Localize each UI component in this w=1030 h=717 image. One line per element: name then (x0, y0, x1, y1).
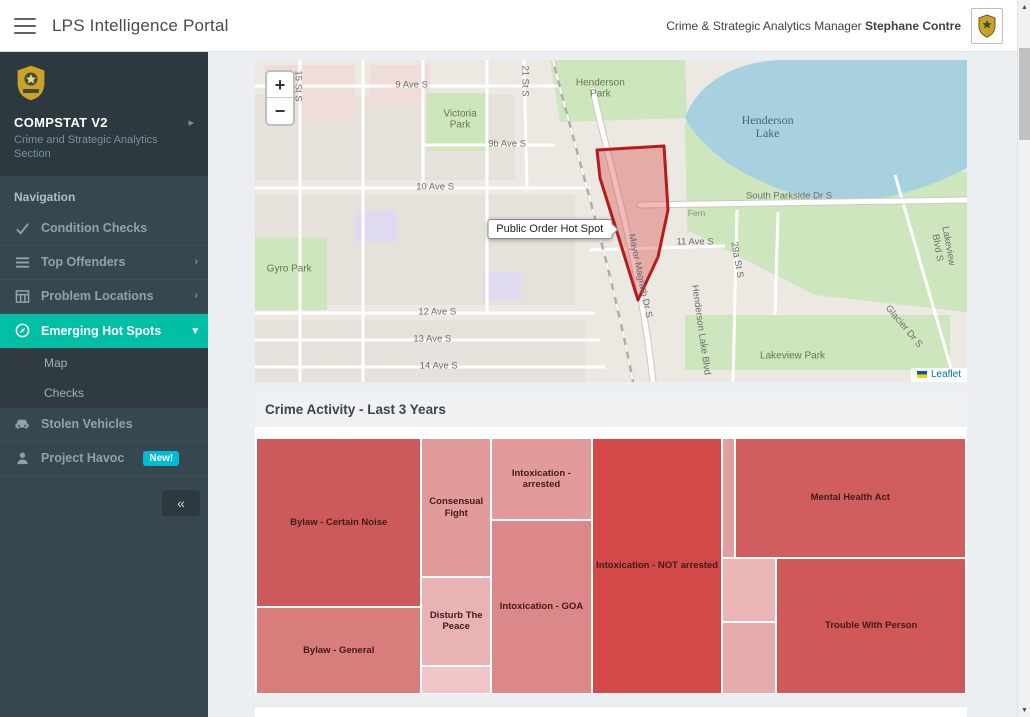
chevron-down-icon: ▾ (192, 324, 198, 337)
lps-crest-logo (14, 64, 194, 107)
treemap-box-label (747, 656, 751, 660)
app-brand[interactable]: COMPSTAT V2 ▸ Crime and Strategic Analyt… (0, 52, 208, 176)
nav-section-label: Navigation (0, 176, 208, 212)
leaflet-link[interactable]: Leaflet (931, 369, 961, 380)
sidebar-item-emerging-hot-spots[interactable]: Emerging Hot Spots ▾ (0, 314, 208, 348)
treemap-box[interactable] (722, 622, 776, 694)
sidebar: COMPSTAT V2 ▸ Crime and Strategic Analyt… (0, 52, 208, 717)
treemap-box-label: Intoxication - arrested (492, 466, 591, 493)
sidebar-item-label: Condition Checks (41, 221, 147, 235)
treemap-box-label (454, 678, 458, 682)
treemap-box[interactable]: Intoxication - GOA (491, 520, 592, 694)
user-name: Stephane Contre (865, 19, 961, 33)
compass-icon (14, 323, 30, 339)
sidebar-item-label: Top Offenders (41, 255, 126, 269)
user-role: Crime & Strategic Analytics Manager (666, 19, 861, 33)
treemap-box[interactable]: Bylaw - General (256, 607, 421, 694)
flag-icon (917, 371, 927, 378)
scroll-down-arrow[interactable]: ▼ (1018, 703, 1030, 717)
crest-badge-button[interactable] (971, 8, 1003, 44)
scrollbar-thumb[interactable] (1019, 48, 1030, 140)
sidebar-item-label: Map (44, 356, 67, 370)
treemap-box-label: Disturb The Peace (422, 608, 490, 635)
treemap-box[interactable]: Consensual Fight (421, 438, 491, 577)
new-badge: New! (143, 451, 179, 466)
treemap-box-label: Trouble With Person (823, 618, 919, 633)
chevron-right-icon: ▸ (188, 116, 194, 129)
treemap-box[interactable] (722, 558, 776, 622)
chevron-right-icon: › (194, 290, 198, 302)
main-content: Henderson ParkHenderson LakeVictoria Par… (208, 52, 1017, 717)
sidebar-item-label: Project Havoc (41, 451, 124, 465)
treemap-box-label: Consensual Fight (422, 494, 490, 521)
treemap: Bylaw - Certain Noise Bylaw - General Cons… (256, 438, 966, 694)
check-icon (14, 220, 30, 236)
hot-spots-submenu: Map Checks (0, 348, 208, 408)
treemap-box-label: Bylaw - Certain Noise (288, 515, 389, 530)
treemap-box[interactable] (722, 438, 734, 558)
sidebar-item-stolen-vehicles[interactable]: Stolen Vehicles (0, 408, 208, 442)
treemap-box-label: Bylaw - General (301, 643, 376, 658)
app-subtitle: Crime and Strategic Analytics Section (14, 133, 164, 162)
sidebar-collapse-button[interactable]: « (162, 490, 200, 516)
sidebar-item-problem-locations[interactable]: Problem Locations › (0, 280, 208, 314)
treemap-box[interactable]: Mental Health Act (735, 438, 966, 558)
map-attribution: Leaflet (911, 368, 967, 382)
list-icon (14, 254, 30, 270)
zoom-in-button[interactable]: + (267, 72, 293, 98)
chevron-right-icon: › (194, 256, 198, 268)
person-icon (14, 450, 30, 466)
sidebar-item-project-havoc[interactable]: Project Havoc New! (0, 442, 208, 476)
user-info: Crime & Strategic Analytics Manager Step… (666, 19, 961, 33)
zoom-out-button[interactable]: − (267, 98, 293, 124)
sidebar-item-label: Problem Locations (41, 289, 154, 303)
treemap-box-label (747, 588, 751, 592)
car-icon (14, 416, 30, 432)
app-name: COMPSTAT V2 (14, 115, 108, 130)
page-title: LPS Intelligence Portal (52, 16, 229, 36)
treemap-box[interactable] (421, 666, 491, 694)
sidebar-item-label: Checks (44, 386, 84, 400)
crest-icon (977, 14, 997, 38)
sidebar-item-condition-checks[interactable]: Condition Checks (0, 212, 208, 246)
treemap-box[interactable]: Disturb The Peace (421, 577, 491, 666)
next-section-card (255, 706, 967, 717)
sidebar-item-top-offenders[interactable]: Top Offenders › (0, 246, 208, 280)
sidebar-item-label: Stolen Vehicles (41, 417, 133, 431)
chart-title: Crime Activity - Last 3 Years (265, 402, 446, 417)
treemap-box[interactable]: Bylaw - Certain Noise (256, 438, 421, 607)
sidebar-item-label: Emerging Hot Spots (41, 324, 161, 338)
hot-spot-map[interactable]: Henderson ParkHenderson LakeVictoria Par… (255, 60, 967, 382)
treemap-box[interactable]: Trouble With Person (776, 558, 966, 694)
table-icon (14, 288, 30, 304)
scroll-up-arrow[interactable]: ▲ (1018, 0, 1030, 14)
treemap-box[interactable]: Intoxication - arrested (491, 438, 592, 520)
treemap-box-label: Intoxication - GOA (498, 599, 585, 614)
treemap-box-label (727, 496, 731, 500)
treemap-box-label: Intoxication - NOT arrested (594, 558, 720, 573)
treemap-box[interactable]: Intoxication - NOT arrested (592, 438, 723, 694)
chart-header: Crime Activity - Last 3 Years (255, 393, 967, 427)
map-zoom-control: + − (265, 70, 295, 126)
sidebar-subitem-checks[interactable]: Checks (0, 378, 208, 408)
sidebar-subitem-map[interactable]: Map (0, 348, 208, 378)
menu-toggle-icon[interactable] (14, 18, 36, 34)
top-header: LPS Intelligence Portal Crime & Strategi… (0, 0, 1017, 52)
treemap-box-label: Mental Health Act (809, 490, 892, 505)
crime-activity-card: Crime Activity - Last 3 Years Bylaw - Ce… (255, 393, 967, 694)
hot-spot-tooltip: Public Order Hot Spot (487, 219, 612, 239)
page-scrollbar[interactable]: ▲ ▼ (1017, 0, 1030, 717)
